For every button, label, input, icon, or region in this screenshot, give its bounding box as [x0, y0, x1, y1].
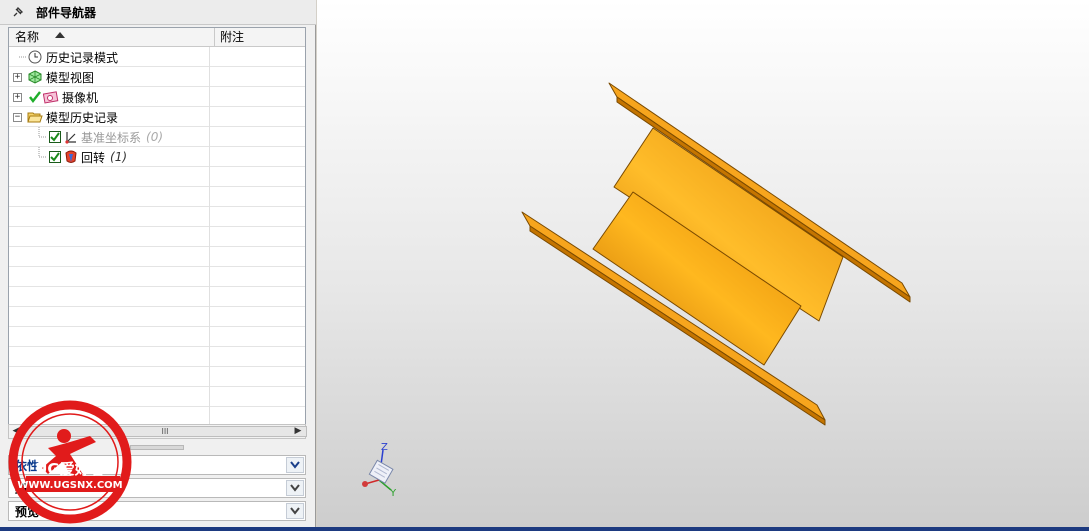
triad-y-label: Y	[390, 488, 397, 499]
navigator-tree[interactable]: 名称 附注 历史记录模式 + 模型视图 + 摄像机 − 模型历史记录 基准坐标系…	[8, 27, 306, 439]
chevron-down-icon[interactable]	[286, 480, 304, 496]
tree-item-label: 摄像机	[62, 90, 99, 105]
model-view-icon	[27, 69, 43, 85]
feature-visible-checkbox[interactable]	[49, 151, 61, 163]
collapse-icon[interactable]: −	[13, 112, 22, 122]
column-name-header[interactable]: 名称	[15, 28, 205, 46]
tree-row-revolve[interactable]: 回转 (1)	[9, 147, 305, 167]
chevron-down-icon[interactable]	[286, 503, 304, 519]
sort-ascending-icon	[55, 32, 65, 38]
tree-row-model-history[interactable]: − 模型历史记录	[9, 107, 305, 127]
tree-row-empty	[9, 327, 305, 347]
graphics-viewport[interactable]: Z Y	[317, 0, 1089, 527]
tree-row-cameras[interactable]: + 摄像机	[9, 87, 305, 107]
tree-item-label: 模型历史记录	[46, 110, 119, 125]
scroll-right-icon[interactable]: ▶	[291, 425, 305, 438]
watermark-logo: UG爱好者 WWW.UGSNX.COM	[8, 400, 132, 524]
watermark-text: UG爱好者	[35, 460, 105, 478]
tree-row-empty	[9, 267, 305, 287]
expand-icon[interactable]: +	[13, 72, 22, 82]
datum-csys-icon	[63, 129, 79, 145]
status-bar	[0, 527, 1089, 531]
navigator-header: 部件导航器	[0, 0, 316, 25]
tree-row-history-mode[interactable]: 历史记录模式	[9, 47, 305, 67]
tree-row-empty	[9, 307, 305, 327]
pin-icon[interactable]	[10, 4, 26, 20]
tree-item-label: 历史记录模式	[46, 50, 119, 65]
tree-row-empty	[9, 207, 305, 227]
tree-row-empty	[9, 227, 305, 247]
tree-row-empty	[9, 247, 305, 267]
triad-z-label: Z	[381, 442, 388, 453]
tree-item-label: 模型视图	[46, 70, 95, 85]
tree-item-label: 基准坐标系	[81, 130, 142, 145]
expand-icon[interactable]: +	[13, 92, 22, 102]
revolve-icon	[63, 149, 79, 165]
tree-row-empty	[9, 347, 305, 367]
chevron-down-icon[interactable]	[286, 457, 304, 473]
feature-index: (1)	[110, 150, 128, 164]
clock-icon	[27, 49, 43, 65]
tree-row-empty	[9, 367, 305, 387]
watermark-url: WWW.UGSNX.COM	[17, 480, 123, 491]
check-mark-icon	[27, 89, 43, 105]
tree-item-label: 回转	[81, 150, 106, 165]
column-notes-header[interactable]: 附注	[214, 28, 305, 46]
panel-splitter-handle[interactable]	[130, 445, 184, 450]
feature-index: (0)	[146, 130, 164, 144]
revolved-part-model[interactable]	[521, 82, 911, 426]
camera-icon	[43, 89, 59, 105]
navigator-title: 部件导航器	[36, 5, 97, 20]
tree-row-datum-csys[interactable]: 基准坐标系 (0)	[9, 127, 305, 147]
feature-visible-checkbox[interactable]	[49, 131, 61, 143]
folder-open-icon	[27, 109, 43, 125]
tree-column-header: 名称 附注	[9, 28, 305, 47]
tree-row-empty	[9, 167, 305, 187]
tree-row-empty	[9, 187, 305, 207]
tree-row-empty	[9, 287, 305, 307]
tree-row-model-views[interactable]: + 模型视图	[9, 67, 305, 87]
